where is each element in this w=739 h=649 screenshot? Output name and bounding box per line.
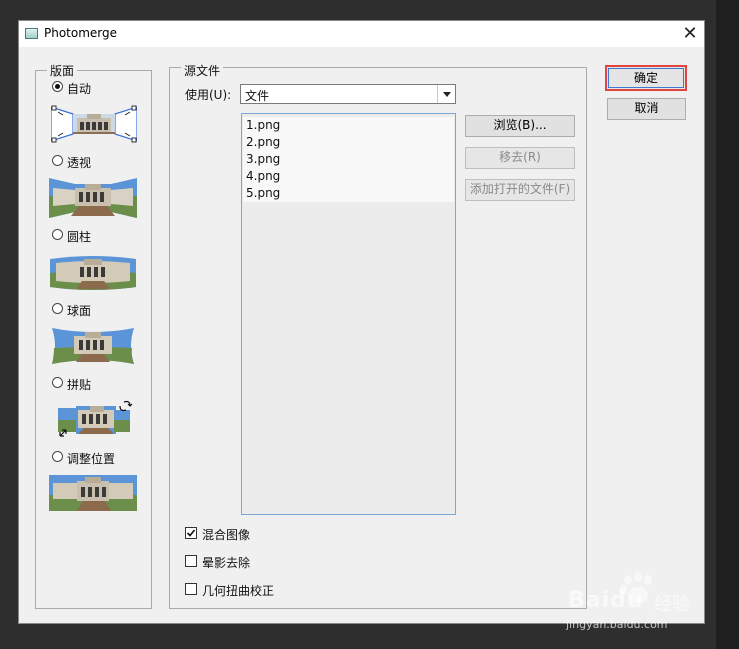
radio-label: 拼贴 [67,378,92,392]
chevron-down-icon[interactable] [437,85,455,103]
checkbox-label: 混合图像 [202,528,251,542]
layout-option-cylindrical[interactable]: 圆柱 [52,228,132,244]
list-item[interactable]: 4.png [243,168,454,185]
radio-button[interactable] [52,451,63,462]
list-item[interactable]: 5.png [243,185,454,202]
geometric-distortion-option[interactable]: 几何扭曲校正 [185,582,305,598]
layout-group-label: 版面 [47,62,78,79]
layout-option-spherical[interactable]: 球面 [52,302,132,318]
radio-label: 球面 [67,304,92,318]
photomerge-dialog: Photomerge ✕ 版面 自动 透视 圆柱 球面 拼贴 调整位置 源文件 … [18,20,705,624]
radio-button[interactable] [52,377,63,388]
layout-option-perspective[interactable]: 透视 [52,154,132,170]
background-panel [716,0,739,649]
checkbox[interactable] [185,527,197,539]
close-icon[interactable]: ✕ [678,22,702,46]
window-title: Photomerge [44,26,118,40]
list-item[interactable]: 3.png [243,151,454,168]
list-item[interactable]: 2.png [243,134,454,151]
spherical-layout-preview-icon [52,326,134,369]
source-files-group-label: 源文件 [181,62,224,79]
layout-option-reposition[interactable]: 调整位置 [52,450,132,466]
vignette-removal-option[interactable]: 晕影去除 [185,554,285,570]
radio-label: 圆柱 [67,230,92,244]
radio-button[interactable] [52,229,63,240]
radio-label: 透视 [67,156,92,170]
radio-label: 自动 [67,82,92,96]
auto-layout-preview-icon [50,105,138,146]
checkbox[interactable] [185,555,197,567]
watermark-brand: Baidu [568,588,644,613]
list-item[interactable]: 1.png [243,117,454,134]
layout-option-collage[interactable]: 拼贴 [52,376,132,392]
blend-images-option[interactable]: 混合图像 [185,526,285,542]
reposition-layout-preview-icon [49,475,137,514]
ok-button-label: 确定 [633,71,658,85]
photoshop-app-icon [25,28,38,39]
checkbox-label: 晕影去除 [202,556,251,570]
checkbox[interactable] [185,583,197,595]
watermark-brand-cn: 经验 [654,594,690,615]
radio-button[interactable] [52,303,63,314]
remove-button[interactable]: 移去(R) [465,147,575,169]
cylindrical-layout-preview-icon [50,255,136,294]
checkbox-label: 几何扭曲校正 [202,584,275,598]
radio-button[interactable] [52,81,63,92]
collage-layout-preview-icon [56,400,136,443]
radio-label: 调整位置 [67,452,116,466]
cancel-button[interactable]: 取消 [607,98,686,120]
file-list[interactable]: 1.png 2.png 3.png 4.png 5.png [241,113,456,515]
watermark-url: jingyan.baidu.com [566,618,668,631]
radio-button[interactable] [52,155,63,166]
checkmark-icon [186,529,196,537]
layout-option-auto[interactable]: 自动 [52,80,132,96]
add-open-files-button[interactable]: 添加打开的文件(F) [465,179,575,201]
use-label: 使用(U): [185,88,232,102]
title-bar: Photomerge ✕ [19,21,704,47]
ok-button[interactable]: 确定 [605,65,687,91]
perspective-layout-preview-icon [49,178,137,221]
use-dropdown[interactable]: 文件 [240,84,456,104]
use-dropdown-value: 文件 [245,89,270,103]
browse-button[interactable]: 浏览(B)... [465,115,575,137]
watermark: Baidu 经验 jingyan.baidu.com [566,570,706,636]
